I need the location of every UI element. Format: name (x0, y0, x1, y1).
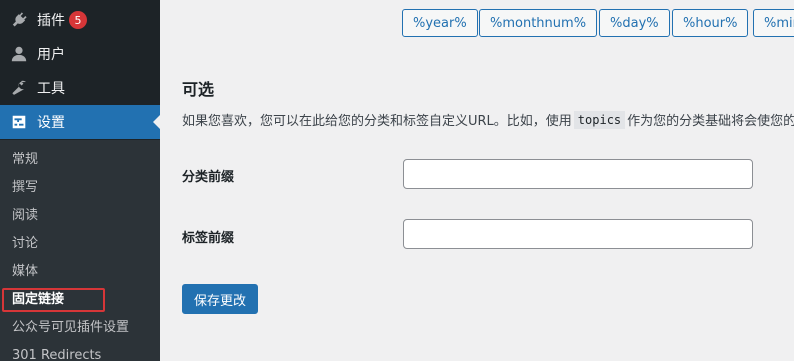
update-count-badge: 5 (69, 11, 87, 29)
menu-item-users[interactable]: 用户 (0, 37, 160, 71)
tag-button-year[interactable]: %year% (402, 9, 478, 37)
admin-sidebar: 插件 5 用户 工具 设置 常规 撰写 阅读 讨论 媒体 固定链接 公众号可见插… (0, 0, 160, 361)
save-changes-button[interactable]: 保存更改 (182, 284, 259, 314)
tag-base-label: 标签前缀 (182, 231, 235, 246)
category-base-label: 分类前缀 (182, 170, 235, 185)
submenu-item-reading[interactable]: 阅读 (12, 207, 38, 225)
menu-item-tools[interactable]: 工具 (0, 71, 160, 105)
section-title-optional: 可选 (182, 80, 215, 99)
submenu-item-general[interactable]: 常规 (12, 151, 38, 169)
submenu-item-writing[interactable]: 撰写 (12, 179, 38, 197)
tag-button-monthnum[interactable]: %monthnum% (479, 9, 598, 37)
submenu-item-wechat-plugin[interactable]: 公众号可见插件设置 (12, 319, 129, 337)
user-icon (9, 44, 29, 64)
settings-submenu: 常规 撰写 阅读 讨论 媒体 固定链接 公众号可见插件设置 301 Redire… (0, 140, 160, 361)
category-base-input[interactable] (403, 159, 753, 189)
menu-label-settings: 设置 (37, 115, 65, 131)
submenu-item-301-redirects[interactable]: 301 Redirects (12, 347, 101, 361)
description-text-before: 如果您喜欢，您可以在此给您的分类和标签自定义URL。比如，使用 (182, 114, 572, 129)
menu-item-plugins[interactable]: 插件 5 (0, 3, 160, 37)
tag-button-minute[interactable]: %min (753, 9, 794, 37)
tag-button-hour[interactable]: %hour% (672, 9, 749, 37)
menu-label-plugins: 插件 (37, 13, 65, 29)
submenu-item-media[interactable]: 媒体 (12, 263, 38, 281)
description-text-after: 作为您的分类基础将会使您的 (627, 114, 794, 129)
settings-icon (9, 112, 29, 132)
tag-button-day[interactable]: %day% (599, 9, 670, 37)
menu-label-tools: 工具 (37, 81, 65, 97)
tag-base-input[interactable] (403, 219, 753, 249)
highlight-annotation-box (2, 288, 105, 312)
menu-label-users: 用户 (37, 47, 65, 63)
plugin-icon (9, 10, 29, 30)
wrench-icon (9, 78, 29, 98)
menu-item-settings[interactable]: 设置 (0, 105, 160, 139)
submenu-item-discussion[interactable]: 讨论 (12, 235, 38, 253)
section-description: 如果您喜欢，您可以在此给您的分类和标签自定义URL。比如，使用 topics 作… (182, 110, 794, 129)
description-code: topics (573, 110, 626, 129)
main-content: %year% %monthnum% %day% %hour% %min 可选 如… (160, 0, 794, 361)
current-menu-arrow (153, 115, 160, 129)
